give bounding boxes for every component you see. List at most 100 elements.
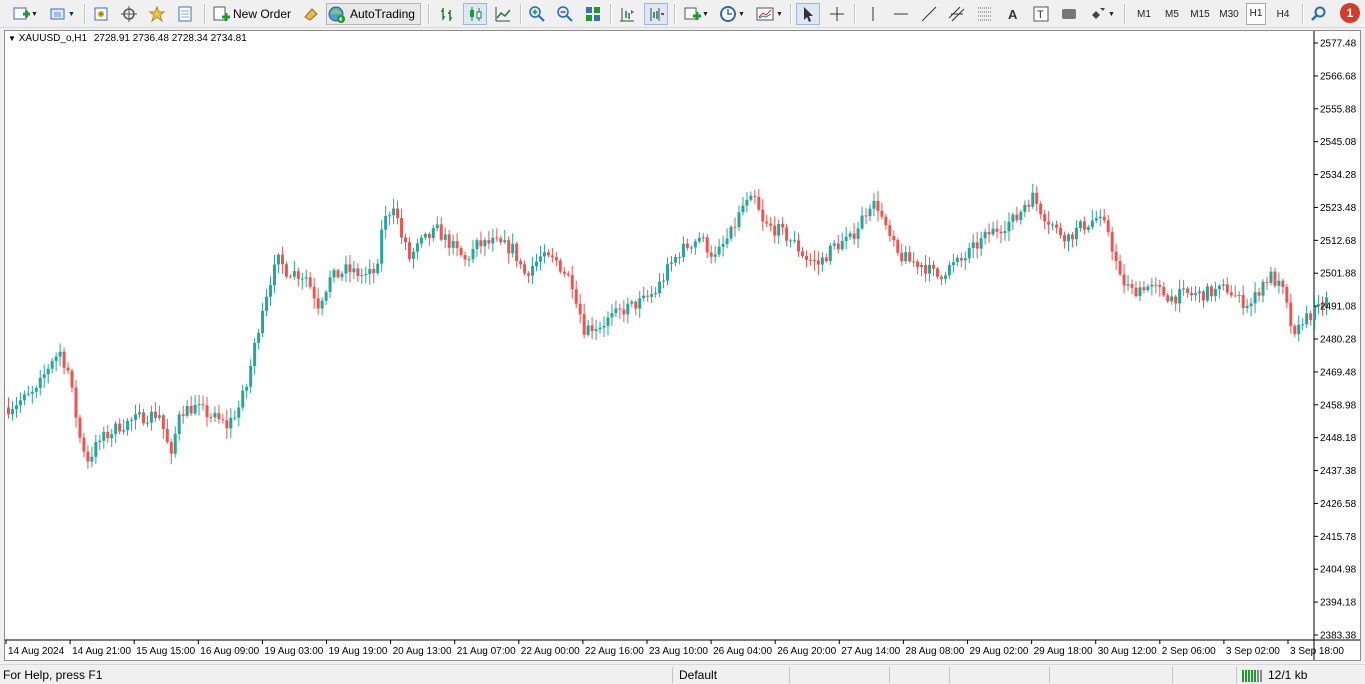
candle bbox=[30, 386, 34, 404]
candle bbox=[407, 237, 411, 263]
line-chart-button[interactable] bbox=[492, 3, 514, 25]
candle bbox=[1198, 286, 1201, 303]
new-order-button[interactable]: New Order bbox=[212, 3, 296, 25]
collapse-arrow-icon[interactable]: ▼ bbox=[8, 34, 16, 43]
timeframe-m5[interactable]: M5 bbox=[1159, 3, 1185, 25]
candle-body bbox=[42, 374, 46, 378]
candle bbox=[1201, 289, 1205, 309]
candle-body bbox=[98, 440, 102, 443]
timeframe-m30[interactable]: M30 bbox=[1214, 3, 1244, 25]
candle bbox=[757, 189, 761, 212]
arrows-button[interactable]: ▼ bbox=[1086, 3, 1118, 25]
bar-chart-button[interactable] bbox=[436, 3, 458, 25]
horizontal-line-button[interactable] bbox=[890, 3, 912, 25]
candle-body bbox=[519, 261, 523, 265]
candle bbox=[487, 231, 491, 249]
candle-body bbox=[201, 404, 205, 406]
alert-icon[interactable]: 1 bbox=[1340, 3, 1360, 23]
time-tick-label: 20 Aug 13:00 bbox=[393, 646, 452, 657]
chevron-down-icon: ▼ bbox=[702, 10, 709, 18]
zoom-in-button[interactable] bbox=[526, 3, 548, 25]
candle bbox=[1142, 281, 1146, 294]
candle bbox=[824, 253, 828, 263]
candle bbox=[451, 234, 455, 255]
candle bbox=[241, 384, 245, 411]
metaeditor-button[interactable] bbox=[300, 3, 322, 25]
candle-body bbox=[701, 237, 705, 239]
equidistant-channel-button[interactable] bbox=[946, 3, 968, 25]
candlestick-chart[interactable]: 2577.48 2566.68 2555.88 2545.08 2534.28 2523.… bbox=[5, 31, 1360, 660]
candle-body bbox=[1201, 291, 1205, 301]
candle bbox=[546, 249, 550, 258]
periods-button[interactable]: ▼ bbox=[716, 3, 748, 25]
navigator-button[interactable] bbox=[146, 3, 168, 25]
candle-body bbox=[400, 217, 404, 238]
timeframe-h4[interactable]: H4 bbox=[1270, 3, 1296, 25]
search-button[interactable] bbox=[1308, 3, 1330, 25]
trendline-button[interactable] bbox=[918, 3, 940, 25]
cursor-button[interactable] bbox=[796, 3, 820, 25]
profiles-button[interactable]: ▼ bbox=[46, 3, 78, 25]
candle-body bbox=[1102, 216, 1106, 221]
candle-body bbox=[1241, 295, 1245, 309]
candle bbox=[971, 234, 975, 259]
templates-button[interactable]: ▼ bbox=[752, 3, 786, 25]
connection-status[interactable]: 12/1 kb bbox=[1242, 667, 1307, 683]
candle-body bbox=[916, 261, 920, 268]
chevron-down-icon: ▼ bbox=[68, 10, 75, 18]
text-label-button[interactable]: T bbox=[1030, 3, 1052, 25]
candle bbox=[836, 234, 840, 254]
timeframe-m15[interactable]: M15 bbox=[1185, 3, 1215, 25]
terminal-button[interactable] bbox=[174, 3, 196, 25]
timeframe-h1[interactable]: H1 bbox=[1243, 3, 1269, 25]
indicators-button[interactable]: ▼ bbox=[680, 3, 712, 25]
timeframe-m1[interactable]: M1 bbox=[1130, 3, 1158, 25]
candle bbox=[570, 265, 574, 299]
candle-body bbox=[1106, 220, 1110, 233]
candle bbox=[384, 205, 388, 239]
candle-body bbox=[292, 271, 296, 277]
zoom-out-button[interactable] bbox=[554, 3, 576, 25]
candle bbox=[173, 426, 177, 458]
new-chart-button[interactable]: ▼ bbox=[8, 3, 42, 25]
autotrading-button[interactable]: AutoTrading bbox=[326, 3, 421, 25]
candle bbox=[1007, 212, 1011, 242]
price-tick-label: 2458.98 bbox=[1320, 400, 1357, 411]
candle bbox=[237, 400, 241, 427]
candle bbox=[562, 266, 566, 278]
tile-windows-button[interactable] bbox=[582, 3, 604, 25]
candle-body bbox=[503, 240, 507, 243]
candle bbox=[419, 234, 423, 248]
data-window-button[interactable] bbox=[118, 3, 140, 25]
candle-body bbox=[820, 257, 824, 265]
crosshair-button[interactable] bbox=[826, 3, 848, 25]
candle bbox=[130, 417, 134, 431]
market-watch-button[interactable] bbox=[90, 3, 112, 25]
text-button[interactable]: A bbox=[1002, 3, 1024, 25]
candle-body bbox=[975, 242, 979, 249]
chart-shift-button[interactable] bbox=[616, 3, 638, 25]
candle-body bbox=[388, 215, 392, 217]
candle-body bbox=[828, 245, 832, 262]
fibonacci-button[interactable] bbox=[974, 3, 996, 25]
chart-window[interactable]: 2577.48 2566.68 2555.88 2545.08 2534.28 2523.… bbox=[4, 30, 1361, 661]
chart-symbol-title: XAUUSD_o,H1 bbox=[18, 33, 88, 44]
candle bbox=[681, 236, 685, 263]
rectangle-button[interactable] bbox=[1058, 3, 1080, 25]
candle-body bbox=[1313, 306, 1317, 321]
candle bbox=[1178, 279, 1182, 313]
candle-body bbox=[654, 293, 658, 295]
autoscroll-button[interactable] bbox=[644, 3, 668, 25]
candle-body bbox=[781, 223, 785, 228]
candle bbox=[987, 223, 991, 243]
candle-body bbox=[435, 224, 439, 229]
candlestick-button[interactable] bbox=[463, 3, 487, 25]
candle bbox=[1086, 225, 1090, 233]
candle-body bbox=[979, 238, 983, 249]
price-tick-label: 2555.88 bbox=[1320, 104, 1357, 115]
vertical-line-button[interactable] bbox=[862, 3, 884, 25]
candle-body bbox=[431, 228, 435, 239]
candle bbox=[594, 319, 598, 341]
candle bbox=[304, 269, 308, 288]
candle bbox=[538, 246, 542, 271]
